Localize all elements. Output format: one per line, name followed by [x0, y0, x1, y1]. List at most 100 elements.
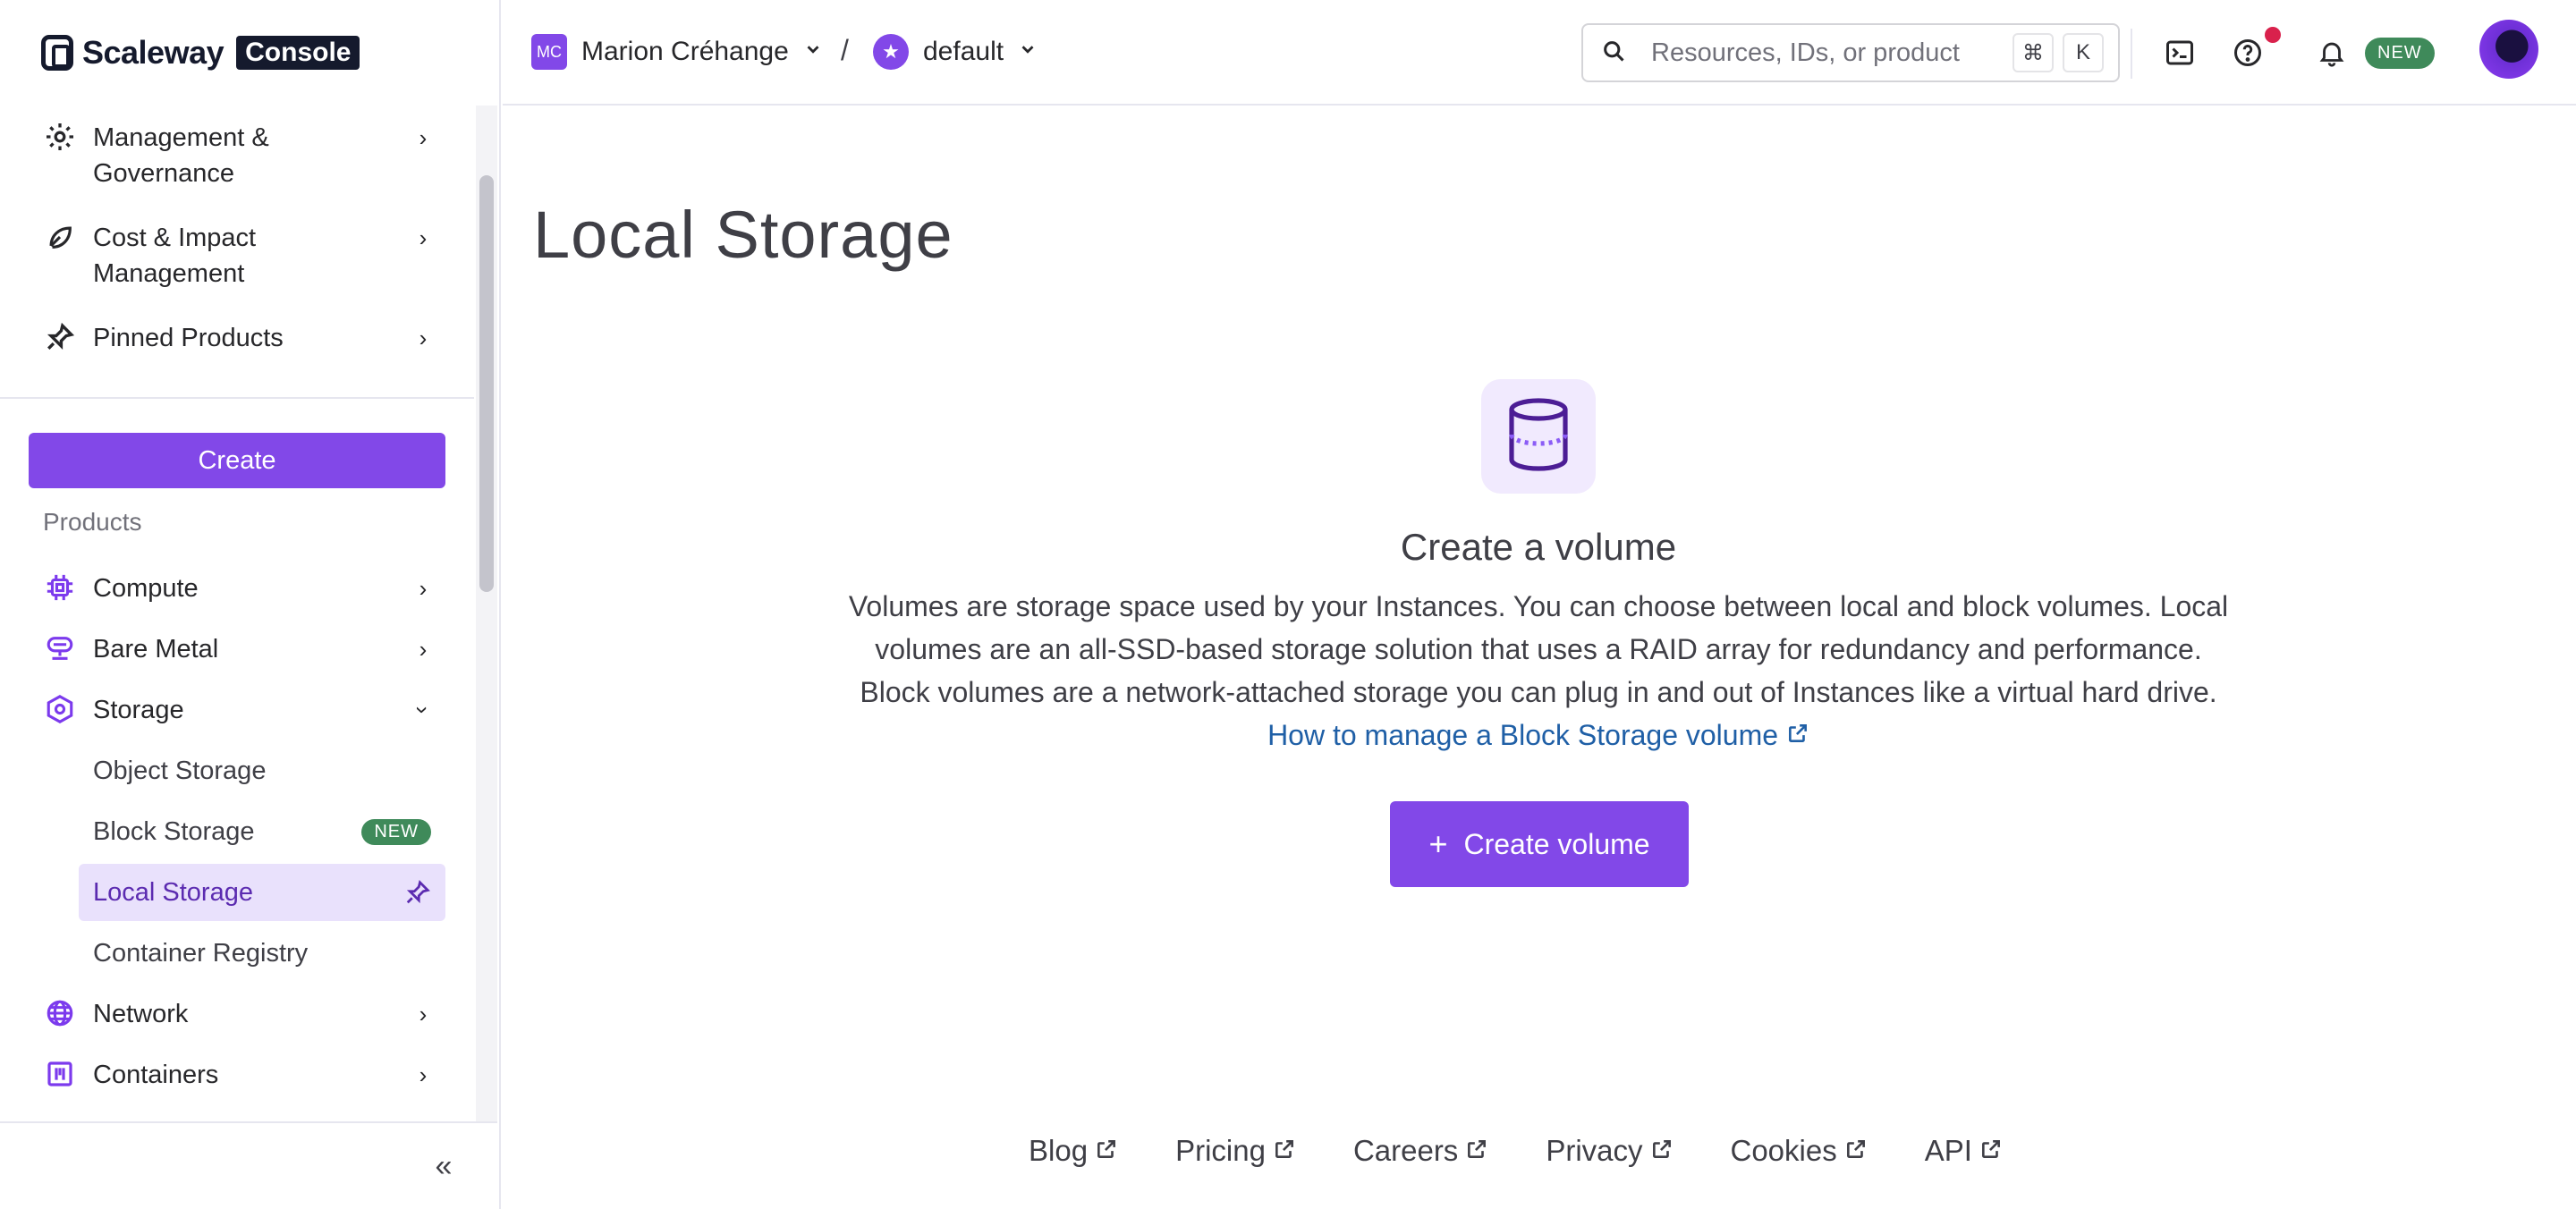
sidebar-item-bare-metal[interactable]: Bare Metal › [43, 631, 436, 667]
sidebar-item-label: Containers [93, 1061, 219, 1089]
footer-link-label: Blog [1029, 1134, 1089, 1167]
new-badge: NEW [361, 818, 431, 845]
container-icon [43, 1057, 77, 1091]
sidebar-subitem-container-registry[interactable]: Container Registry [79, 925, 445, 982]
user-avatar[interactable] [2479, 20, 2538, 79]
footer-link-careers[interactable]: Careers [1353, 1134, 1488, 1168]
double-chevron-left-icon[interactable]: « [426, 1148, 462, 1184]
pin-icon [43, 320, 77, 354]
external-link-icon [1465, 1134, 1488, 1168]
external-link-icon [1786, 719, 1809, 751]
gear-icon [43, 120, 77, 154]
footer-link-label: API [1924, 1134, 1972, 1167]
sidebar-subitem-label: Local Storage [93, 877, 253, 907]
leaf-icon [43, 220, 77, 254]
footer-link-privacy[interactable]: Privacy [1546, 1134, 1673, 1168]
sidebar-item-compute[interactable]: Compute › [43, 571, 436, 606]
chevron-right-icon: › [419, 574, 428, 602]
chevron-right-icon: › [419, 635, 428, 663]
footer-link-label: Privacy [1546, 1134, 1643, 1167]
footer-link-blog[interactable]: Blog [1029, 1134, 1118, 1168]
organization-switcher[interactable]: MC Marion Créhange [531, 34, 823, 70]
empty-state-illustration [1481, 379, 1596, 494]
sidebar-subitem-label: Container Registry [93, 938, 309, 968]
chevron-right-icon: › [419, 324, 428, 351]
hexagon-icon [43, 692, 77, 726]
sidebar-subitem-object-storage[interactable]: Object Storage [79, 742, 445, 799]
sidebar-item-storage[interactable]: Storage › [43, 692, 437, 728]
sidebar-subitem-label: Object Storage [93, 756, 267, 785]
empty-state-description: Volumes are storage space used by your I… [841, 585, 2236, 757]
footer: Blog Pricing Careers Privacy Cookies API [1029, 1134, 2003, 1168]
pin-icon[interactable] [404, 879, 431, 906]
sidebar-divider [0, 397, 474, 399]
external-link-icon [1095, 1134, 1118, 1168]
sidebar-subitem-block-storage[interactable]: Block Storage NEW [79, 803, 445, 860]
documentation-link-label: How to manage a Block Storage volume [1267, 719, 1779, 751]
topbar-divider [2131, 29, 2132, 79]
sidebar-item-label: Cost & Impact Management [93, 224, 257, 288]
footer-link-cookies[interactable]: Cookies [1731, 1134, 1868, 1168]
sidebar-item-pinned-products[interactable]: Pinned Products › [43, 320, 436, 356]
footer-link-label: Careers [1352, 1134, 1459, 1167]
sidebar-subitem-label: Block Storage [93, 816, 255, 846]
sidebar: Scaleway Console Management & Governance… [0, 0, 501, 1209]
notification-dot [2265, 27, 2281, 43]
sidebar-item-management-governance[interactable]: Management & Governance › [43, 120, 436, 191]
create-button[interactable]: Create [29, 433, 445, 488]
chevron-down-icon: › [410, 706, 437, 714]
sidebar-item-label: Management & Governance [93, 123, 269, 188]
external-link-icon [1979, 1134, 2003, 1168]
chip-icon [43, 571, 77, 604]
products-heading: Products [43, 508, 142, 536]
topbar: MC Marion Créhange / ★ default ⌘ K NEW [503, 0, 2576, 106]
sidebar-footer: « [0, 1121, 497, 1209]
sidebar-item-label: Bare Metal [93, 635, 219, 664]
chevron-right-icon: › [419, 1000, 428, 1027]
sidebar-item-cost-impact[interactable]: Cost & Impact Management › [43, 220, 436, 292]
chevron-right-icon: › [419, 1061, 428, 1088]
footer-link-label: Cookies [1730, 1134, 1837, 1167]
org-avatar: MC [531, 34, 567, 70]
sidebar-scrollbar[interactable] [479, 175, 494, 592]
new-badge[interactable]: NEW [2365, 38, 2435, 69]
chevron-right-icon: › [419, 224, 428, 251]
sidebar-item-label: Network [93, 1000, 189, 1028]
chevron-down-icon [803, 39, 823, 64]
terminal-icon[interactable] [2161, 34, 2199, 72]
documentation-link[interactable]: How to manage a Block Storage volume [1267, 719, 1809, 751]
page-title: Local Storage [533, 198, 953, 272]
external-link-icon [1844, 1134, 1868, 1168]
footer-link-pricing[interactable]: Pricing [1175, 1134, 1296, 1168]
breadcrumb-separator: / [841, 34, 849, 66]
shortcut-key-k: K [2063, 33, 2104, 72]
empty-state-text: Volumes are storage space used by your I… [848, 590, 2229, 708]
sidebar-item-containers[interactable]: Containers › [43, 1057, 436, 1093]
external-link-icon [1650, 1134, 1674, 1168]
sidebar-item-label: Storage [93, 696, 184, 724]
search-icon [1601, 38, 1626, 68]
brand-name: Scaleway [82, 34, 225, 71]
external-link-icon [1273, 1134, 1296, 1168]
project-switcher[interactable]: ★ default [873, 34, 1038, 70]
bell-icon[interactable] [2313, 34, 2351, 72]
chevron-down-icon [1018, 39, 1038, 64]
sidebar-item-label: Pinned Products [93, 324, 284, 352]
brand-console-badge: Console [236, 36, 360, 70]
search-box[interactable]: ⌘ K [1581, 23, 2120, 82]
footer-link-api[interactable]: API [1925, 1134, 2003, 1168]
empty-state-title: Create a volume [1400, 526, 1677, 568]
sidebar-item-network[interactable]: Network › [43, 996, 436, 1032]
sidebar-subitem-local-storage[interactable]: Local Storage [79, 864, 445, 921]
plus-icon: + [1428, 825, 1448, 862]
create-volume-button[interactable]: + Create volume [1390, 801, 1689, 887]
brand-logo[interactable]: Scaleway Console [41, 32, 360, 73]
search-input[interactable] [1651, 38, 2004, 68]
sidebar-item-label: Compute [93, 574, 199, 603]
footer-link-label: Pricing [1175, 1134, 1266, 1167]
help-icon[interactable] [2229, 34, 2267, 72]
database-icon [1504, 397, 1572, 477]
star-icon: ★ [873, 34, 909, 70]
scaleway-logo-icon [41, 35, 73, 71]
chevron-right-icon: › [419, 123, 428, 151]
